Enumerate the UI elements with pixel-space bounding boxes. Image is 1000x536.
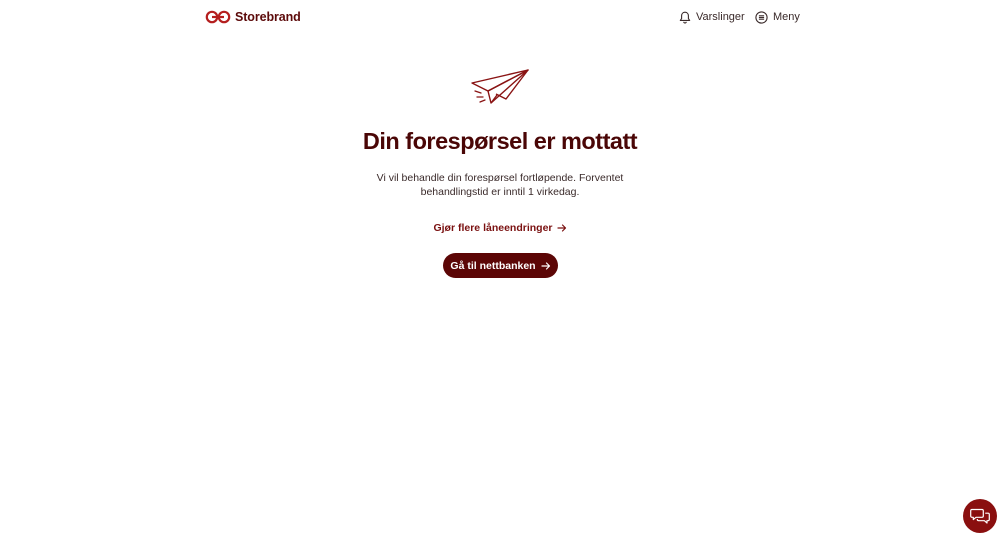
arrow-right-icon — [540, 261, 550, 270]
chat-button[interactable] — [963, 499, 997, 533]
go-to-netbank-button[interactable]: Gå til nettbanken — [443, 253, 558, 278]
arrow-right-icon — [556, 224, 566, 232]
more-loan-changes-link-row: Gjør flere låneendringer — [0, 222, 1000, 234]
confirmation-message: Vi vil behandle din forespørsel fortløpe… — [376, 172, 624, 198]
menu-button[interactable]: Meny — [755, 9, 800, 25]
alerts-label: Varslinger — [696, 11, 745, 23]
alerts-button[interactable]: Varslinger — [679, 9, 745, 25]
top-header: Storebrand Varslinger Meny — [0, 0, 1000, 34]
logo-text: Storebrand — [235, 10, 301, 24]
bell-icon — [679, 11, 691, 24]
chat-icon — [970, 508, 990, 524]
more-loan-changes-label: Gjør flere låneendringer — [433, 222, 553, 234]
more-loan-changes-link[interactable]: Gjør flere låneendringer — [433, 222, 566, 234]
menu-icon — [755, 10, 768, 24]
storebrand-logo-icon — [205, 10, 231, 24]
page-title: Din forespørsel er mottatt — [362, 128, 638, 154]
storebrand-logo[interactable]: Storebrand — [205, 8, 301, 26]
paper-plane-icon — [471, 69, 529, 104]
go-to-netbank-label: Gå til nettbanken — [450, 259, 536, 272]
menu-label: Meny — [773, 11, 800, 23]
page: Storebrand Varslinger Meny Din forespørs — [0, 0, 1000, 536]
